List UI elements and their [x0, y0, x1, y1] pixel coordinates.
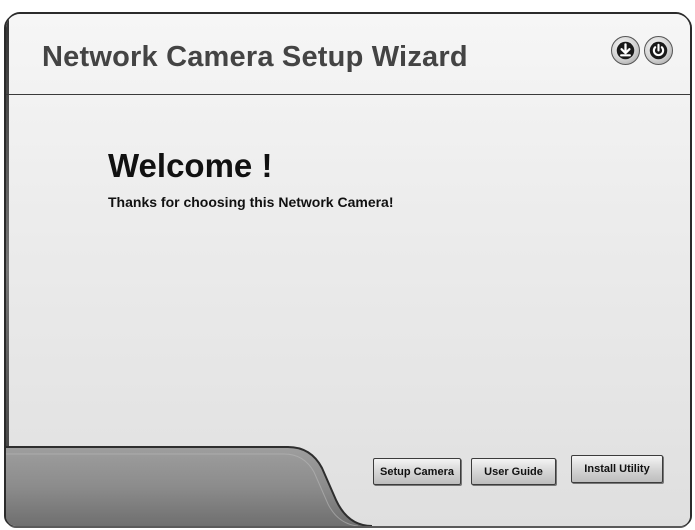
welcome-heading: Welcome ! [108, 147, 273, 184]
setup-camera-button[interactable]: Setup Camera [373, 458, 461, 485]
user-guide-button[interactable]: User Guide [471, 458, 556, 485]
download-button[interactable] [611, 36, 640, 65]
power-icon [649, 41, 668, 60]
power-button[interactable] [644, 36, 673, 65]
window-title: Network Camera Setup Wizard [42, 41, 468, 73]
install-utility-button[interactable]: Install Utility [571, 455, 663, 483]
wizard-window: Network Camera Setup Wizard Welcome ! Th… [6, 14, 690, 526]
title-divider [6, 94, 690, 95]
welcome-subtext: Thanks for choosing this Network Camera! [108, 194, 394, 210]
download-icon [616, 41, 635, 60]
